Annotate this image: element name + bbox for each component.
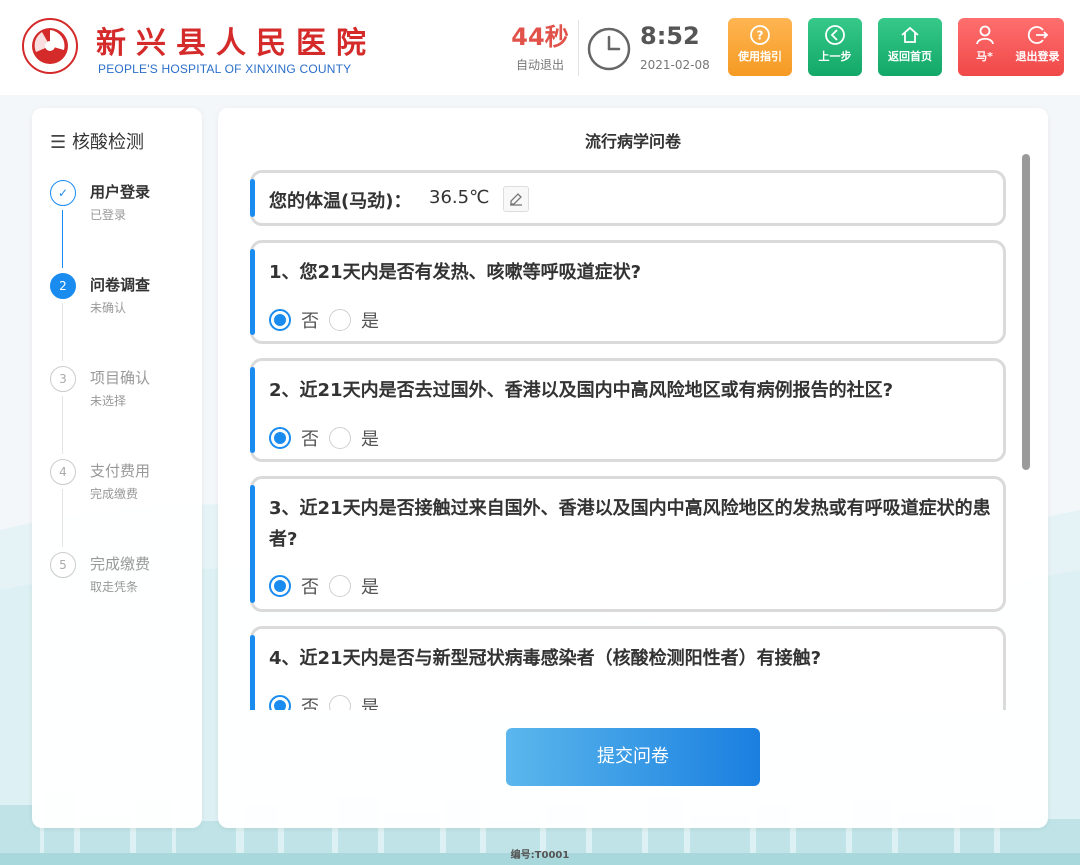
step-complete: 5 完成缴费 取走凭条 xyxy=(48,550,198,643)
clock-icon xyxy=(587,27,631,71)
hospital-logo xyxy=(22,18,78,74)
user-icon xyxy=(975,25,994,45)
sidebar-title: ☰ 核酸检测 xyxy=(50,128,144,154)
question-text: 4、近21天内是否与新型冠状病毒感染者（核酸检测阳性者）有接触? xyxy=(269,648,822,669)
question-text: 1、您21天内是否有发热、咳嗽等呼吸道症状? xyxy=(269,262,642,283)
scrollbar-thumb[interactable] xyxy=(1022,154,1030,470)
step-status: 取走凭条 xyxy=(90,580,139,594)
question-list[interactable]: 您的体温(马劲)： 36.5℃ 1、您21天内是否有发热、咳嗽等呼吸道症状? 否… xyxy=(250,170,1006,710)
logout-icon xyxy=(1027,26,1048,44)
option-no-label[interactable]: 否 xyxy=(301,693,319,710)
step-connector xyxy=(62,396,63,454)
option-no-label[interactable]: 否 xyxy=(301,573,319,599)
step-number: 2 xyxy=(50,273,76,299)
option-no-label[interactable]: 否 xyxy=(301,425,319,451)
option-yes-label[interactable]: 是 xyxy=(361,573,379,599)
home-label: 返回首页 xyxy=(888,50,932,63)
answer-options: 否是 xyxy=(269,693,389,710)
check-icon: ✓ xyxy=(50,180,76,206)
option-yes-label[interactable]: 是 xyxy=(361,307,379,333)
home-button[interactable]: 返回首页 xyxy=(878,18,942,76)
temperature-label: 您的体温(马劲)： xyxy=(269,191,412,212)
radio-no[interactable] xyxy=(269,695,291,710)
step-list: ✓ 用户登录 已登录 2 问卷调查 未确认 3 项目确认 未选择 4 支付费用 … xyxy=(48,178,198,643)
countdown-label: 自动退出 xyxy=(515,58,564,72)
step-connector xyxy=(62,210,63,268)
step-title: 用户登录 xyxy=(90,183,151,201)
answer-options: 否是 xyxy=(269,307,389,333)
user-logout-button[interactable]: 马* 退出登录 xyxy=(958,18,1064,76)
step-status: 已登录 xyxy=(90,208,127,222)
radio-yes[interactable] xyxy=(329,427,351,449)
user-name: 马* xyxy=(976,50,993,63)
countdown-value: 44秒 xyxy=(511,23,569,51)
option-no-label[interactable]: 否 xyxy=(301,307,319,333)
temperature-value: 36.5℃ xyxy=(429,187,490,208)
user-info[interactable]: 马* xyxy=(958,24,1011,64)
questionnaire-panel: 流行病学问卷 您的体温(马劲)： 36.5℃ 1、您21天内是否有发热、咳嗽等呼… xyxy=(218,108,1048,828)
current-date: 2021-02-08 xyxy=(640,58,710,72)
answer-options: 否是 xyxy=(269,425,389,451)
step-payment: 4 支付费用 完成缴费 xyxy=(48,457,198,550)
logout-label: 退出登录 xyxy=(1015,50,1060,63)
step-number: 3 xyxy=(50,366,76,392)
option-yes-label[interactable]: 是 xyxy=(361,425,379,451)
home-icon xyxy=(901,26,919,43)
question-card-1: 1、您21天内是否有发热、咳嗽等呼吸道症状? 否是 xyxy=(250,240,1006,344)
radio-yes[interactable] xyxy=(329,695,351,710)
radio-no[interactable] xyxy=(269,309,291,331)
question-card-4: 4、近21天内是否与新型冠状病毒感染者（核酸检测阳性者）有接触? 否是 xyxy=(250,626,1006,710)
guide-button[interactable]: ? 使用指引 xyxy=(728,18,792,76)
step-number: 4 xyxy=(50,459,76,485)
prev-step-button[interactable]: 上一步 xyxy=(808,18,862,76)
radio-no[interactable] xyxy=(269,427,291,449)
step-user-login: ✓ 用户登录 已登录 xyxy=(48,178,198,271)
question-card-3: 3、近21天内是否接触过来自国外、香港以及国内中高风险地区的发热或有呼吸道症状的… xyxy=(250,476,1006,612)
option-yes-label[interactable]: 是 xyxy=(361,693,379,710)
header: 新兴县人民医院 PEOPLE'S HOSPITAL OF XINXING COU… xyxy=(0,0,1080,95)
question-text: 3、近21天内是否接触过来自国外、香港以及国内中高风险地区的发热或有呼吸道症状的… xyxy=(269,498,991,550)
edit-icon xyxy=(510,193,522,206)
step-title: 项目确认 xyxy=(90,369,151,387)
step-title: 完成缴费 xyxy=(90,555,151,573)
sidebar-title-text: 核酸检测 xyxy=(72,132,144,153)
answer-options: 否是 xyxy=(269,573,389,599)
auto-exit-countdown: 44秒 自动退出 xyxy=(508,22,572,73)
step-status: 未选择 xyxy=(90,394,127,408)
svg-text:?: ? xyxy=(757,29,764,43)
radio-yes[interactable] xyxy=(329,309,351,331)
step-title: 问卷调查 xyxy=(90,276,151,294)
question-text: 2、近21天内是否去过国外、香港以及国内中高风险地区或有病例报告的社区? xyxy=(269,380,894,401)
page-title: 流行病学问卷 xyxy=(584,132,681,151)
prev-step-label: 上一步 xyxy=(818,50,852,63)
radio-no[interactable] xyxy=(269,575,291,597)
guide-label: 使用指引 xyxy=(738,50,782,63)
step-questionnaire: 2 问卷调查 未确认 xyxy=(48,271,198,364)
hospital-name-en: PEOPLE'S HOSPITAL OF XINXING COUNTY xyxy=(98,62,352,76)
step-title: 支付费用 xyxy=(90,462,151,480)
edit-temperature-button[interactable] xyxy=(503,186,529,212)
step-item-confirm: 3 项目确认 未选择 xyxy=(48,364,198,457)
radio-yes[interactable] xyxy=(329,575,351,597)
step-status: 完成缴费 xyxy=(90,487,139,501)
back-arrow-icon xyxy=(825,25,845,45)
device-code: 编号:T0001 xyxy=(510,850,570,861)
submit-questionnaire-button[interactable]: 提交问卷 xyxy=(506,728,760,786)
step-number: 5 xyxy=(50,552,76,578)
current-time: 8:52 xyxy=(640,22,700,50)
hospital-name-cn: 新兴县人民医院 xyxy=(96,26,376,61)
step-connector xyxy=(62,489,63,547)
step-status: 未确认 xyxy=(90,301,127,315)
question-card-2: 2、近21天内是否去过国外、香港以及国内中高风险地区或有病例报告的社区? 否是 xyxy=(250,358,1006,462)
logout-button[interactable]: 退出登录 xyxy=(1011,24,1064,64)
datetime: 8:52 2021-02-08 xyxy=(640,22,716,72)
header-divider xyxy=(578,20,579,76)
step-connector xyxy=(62,303,63,361)
menu-icon: ☰ xyxy=(50,132,67,153)
temperature-card: 您的体温(马劲)： 36.5℃ xyxy=(250,170,1006,226)
help-icon: ? xyxy=(750,25,770,45)
sidebar: ☰ 核酸检测 ✓ 用户登录 已登录 2 问卷调查 未确认 3 项目确认 未选择 4… xyxy=(32,108,202,828)
